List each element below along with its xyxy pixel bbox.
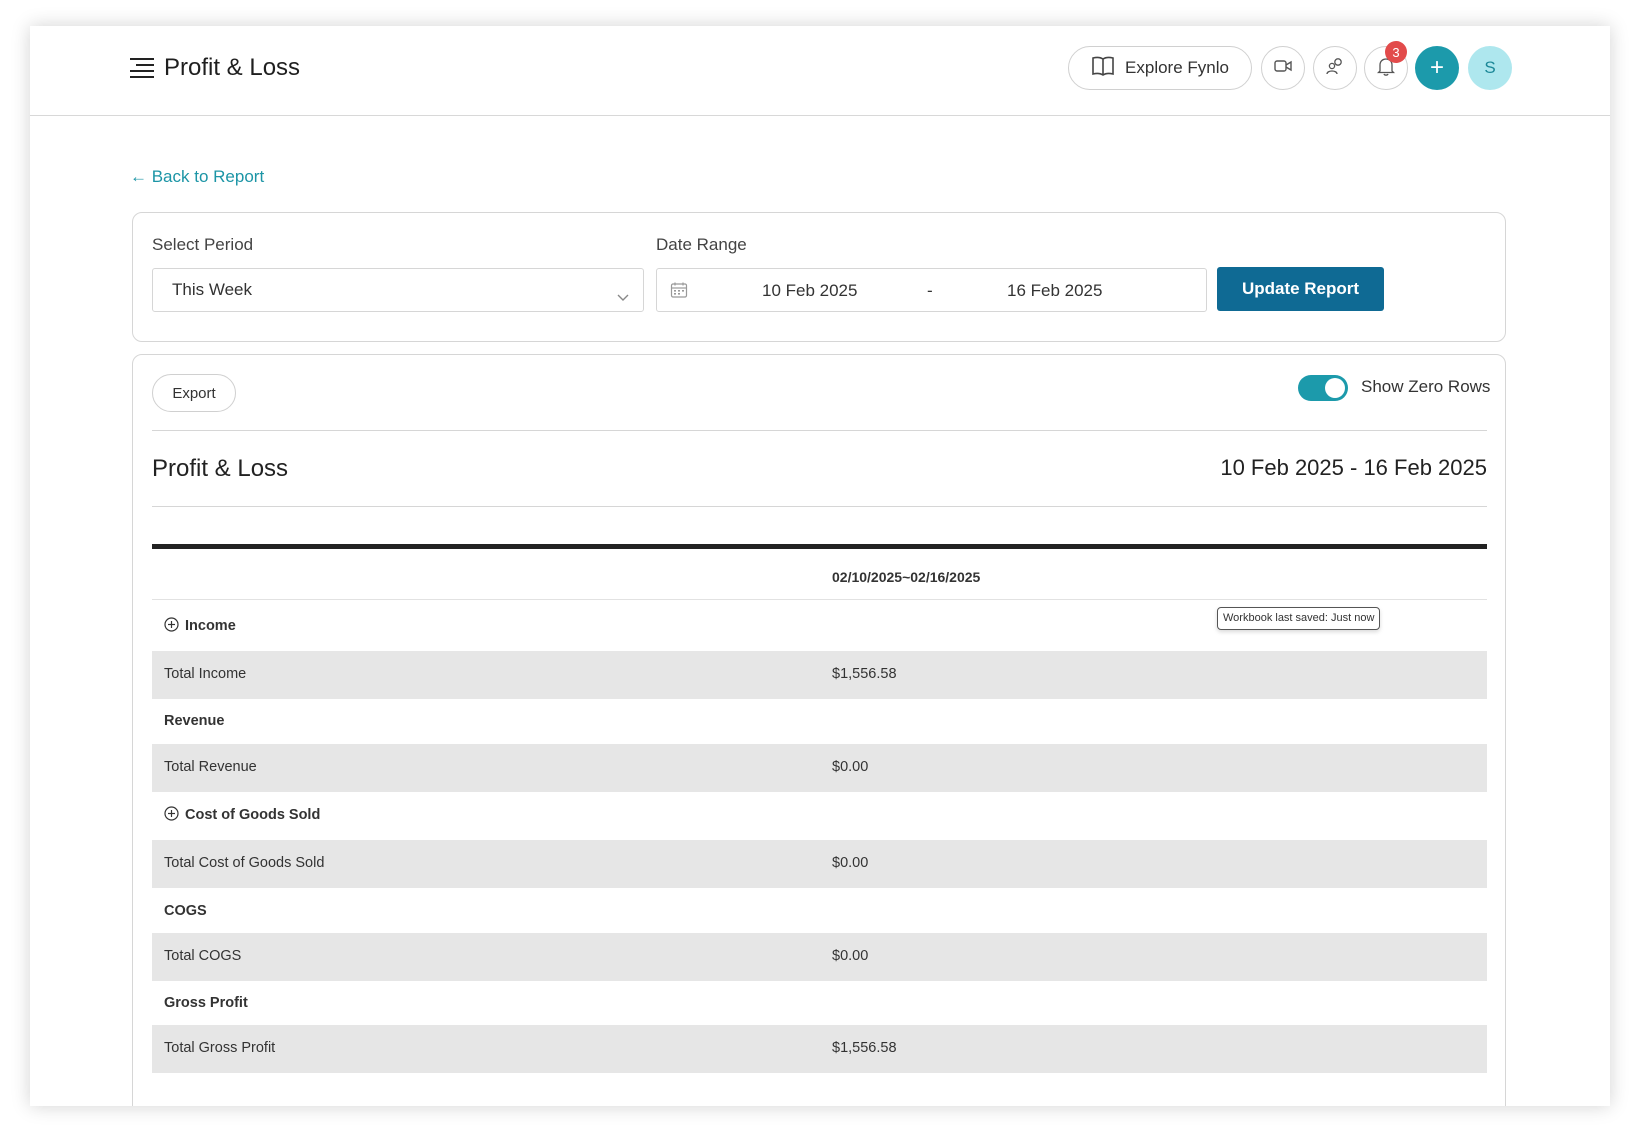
- row-label-text: Cost of Goods Sold: [185, 807, 321, 823]
- total-row: Total Income $1,556.58: [152, 651, 1487, 699]
- row-label: Total Income: [164, 666, 246, 682]
- notifications-button[interactable]: 3: [1364, 41, 1408, 90]
- export-button[interactable]: Export: [152, 374, 236, 412]
- users-button[interactable]: [1313, 46, 1357, 90]
- avatar[interactable]: S: [1468, 46, 1512, 90]
- divider: [152, 599, 1487, 600]
- row-label-text: Income: [185, 618, 236, 634]
- show-zero-rows-label: Show Zero Rows: [1361, 377, 1491, 396]
- row-label: Total Cost of Goods Sold: [164, 855, 324, 871]
- row-label: Gross Profit: [164, 995, 248, 1011]
- period-select[interactable]: This Week: [152, 268, 644, 312]
- row-label: Cost of Goods Sold: [164, 806, 320, 825]
- row-value: $1,556.58: [832, 1040, 897, 1056]
- divider: [152, 506, 1487, 507]
- period-select-value: This Week: [172, 280, 252, 299]
- menu-icon[interactable]: [128, 58, 154, 78]
- update-report-button[interactable]: Update Report: [1217, 267, 1384, 311]
- total-row: Total Cost of Goods Sold $0.00: [152, 840, 1487, 888]
- add-button[interactable]: +: [1415, 46, 1459, 90]
- row-label: Total COGS: [164, 948, 241, 964]
- toggle-knob: [1325, 378, 1345, 398]
- row-label: Total Revenue: [164, 759, 257, 775]
- video-button[interactable]: [1261, 46, 1305, 90]
- report-title: Profit & Loss: [152, 455, 289, 482]
- explore-fynlo-button[interactable]: Explore Fynlo: [1068, 46, 1252, 90]
- date-end[interactable]: 16 Feb 2025: [1007, 281, 1102, 301]
- row-value: $0.00: [832, 759, 869, 775]
- show-zero-rows-toggle[interactable]: [1298, 375, 1348, 401]
- section-row: Gross Profit: [152, 980, 1487, 1028]
- expand-plus-icon[interactable]: [164, 617, 179, 636]
- section-row: COGS: [152, 888, 1487, 936]
- section-row[interactable]: Cost of Goods Sold: [152, 791, 1487, 839]
- report-date-range: 10 Feb 2025 - 16 Feb 2025: [1220, 455, 1487, 480]
- row-label-text: Total Revenue: [164, 759, 257, 775]
- row-value: $0.00: [832, 855, 869, 871]
- row-label-text: Total Cost of Goods Sold: [164, 855, 325, 871]
- notification-badge: 3: [1385, 41, 1407, 63]
- date-separator: -: [927, 281, 933, 300]
- row-label-text: Total Income: [164, 666, 247, 682]
- date-range-label: Date Range: [656, 235, 747, 254]
- users-icon: [1325, 57, 1345, 80]
- book-icon: [1091, 55, 1115, 82]
- filter-card: Select Period This Week Date Range 10 Fe…: [132, 212, 1506, 342]
- row-label: Revenue: [164, 713, 224, 729]
- calendar-icon: [670, 281, 688, 304]
- row-label: COGS: [164, 903, 207, 919]
- top-bar: Profit & Loss Explore Fynlo 3 + S: [30, 26, 1610, 116]
- row-label-text: Total COGS: [164, 948, 242, 964]
- total-row: Total Gross Profit $1,556.58: [152, 1025, 1487, 1073]
- row-label-text: Total Gross Profit: [164, 1040, 276, 1056]
- section-row: Revenue: [152, 698, 1487, 746]
- date-start[interactable]: 10 Feb 2025: [762, 281, 857, 301]
- video-icon: [1274, 59, 1292, 78]
- report-card: Export Show Zero Rows Profit & Loss 10 F…: [132, 354, 1506, 1106]
- back-to-report-link[interactable]: ← Back to Report: [130, 167, 264, 187]
- row-label: Total Gross Profit: [164, 1040, 275, 1056]
- plus-icon: +: [1429, 54, 1444, 81]
- row-label-text: Gross Profit: [164, 995, 248, 1011]
- column-header: 02/10/2025~02/16/2025: [832, 569, 981, 585]
- expand-plus-icon[interactable]: [164, 806, 179, 825]
- row-value: $1,556.58: [832, 666, 897, 682]
- select-period-label: Select Period: [152, 235, 254, 254]
- explore-fynlo-label: Explore Fynlo: [1125, 58, 1229, 77]
- total-row: Total COGS $0.00: [152, 933, 1487, 981]
- row-label-text: COGS: [164, 903, 207, 919]
- chevron-down-icon: [615, 279, 631, 321]
- save-status-tooltip: Workbook last saved: Just now: [1217, 607, 1381, 630]
- row-value: $0.00: [832, 948, 869, 964]
- divider: [152, 430, 1487, 431]
- row-label: Income: [164, 617, 236, 636]
- total-row: Total Revenue $0.00: [152, 744, 1487, 792]
- row-label-text: Revenue: [164, 713, 225, 729]
- table-top-rule: [152, 544, 1487, 549]
- page-title: Profit & Loss: [164, 54, 301, 81]
- app-window: Profit & Loss Explore Fynlo 3 + S ← Back…: [30, 26, 1610, 1106]
- date-range-input[interactable]: 10 Feb 2025 - 16 Feb 2025: [656, 268, 1207, 312]
